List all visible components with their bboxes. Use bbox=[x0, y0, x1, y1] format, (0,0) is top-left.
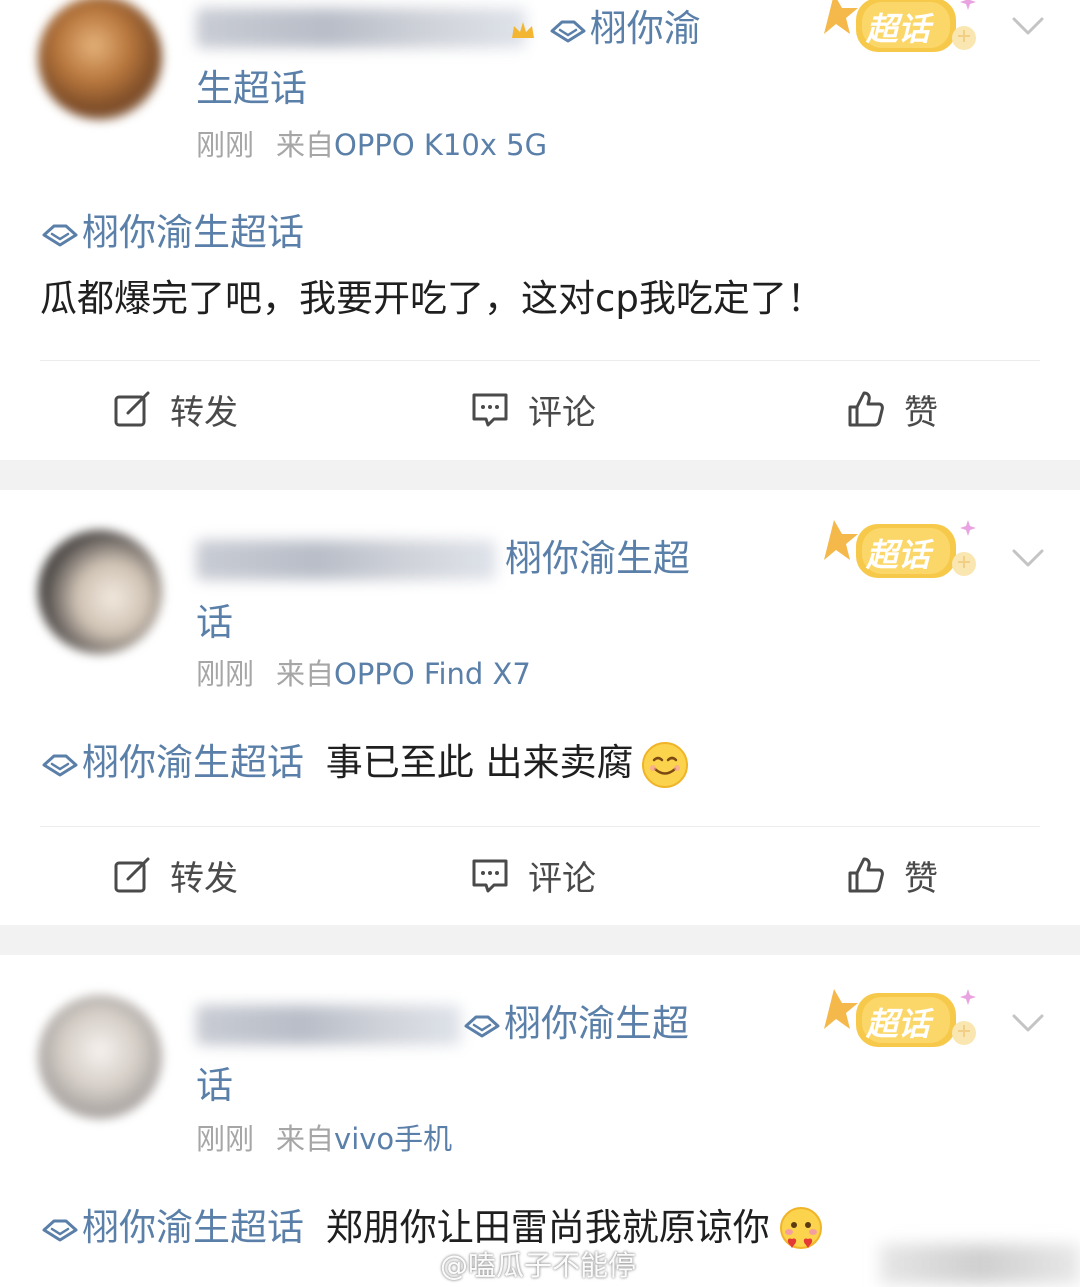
blurred-username[interactable] bbox=[196, 540, 496, 580]
post-topic[interactable]: 栩你渝生超话 bbox=[82, 741, 304, 784]
chaohua-badge-label: 超话 bbox=[866, 10, 931, 48]
device-source[interactable]: OPPO K10x 5G bbox=[334, 128, 547, 162]
supertopic-diamond-icon bbox=[548, 18, 588, 44]
from-label: 来自 bbox=[276, 657, 335, 691]
repost-icon bbox=[112, 855, 152, 895]
chevron-down-icon[interactable] bbox=[1008, 10, 1048, 40]
action-bar: 转发 评论 赞 bbox=[0, 374, 1080, 444]
post-text: 郑朋你让田雷尚我就原谅你 bbox=[325, 1206, 770, 1249]
watermark-blur bbox=[880, 1244, 1080, 1284]
post-text: 瓜都爆完了吧，我要开吃了，这对cp我吃定了！ bbox=[40, 277, 824, 320]
chevron-down-icon[interactable] bbox=[1008, 1007, 1048, 1037]
supertopic-name-line-2[interactable]: 生超话 bbox=[196, 66, 307, 112]
comment-icon bbox=[470, 855, 510, 895]
chevron-down-icon[interactable] bbox=[1008, 542, 1048, 572]
post-topic[interactable]: 栩你渝生超话 bbox=[82, 1206, 304, 1249]
supertopic-diamond-icon bbox=[40, 222, 80, 248]
thumbs-up-icon bbox=[846, 389, 886, 429]
supertopic-diamond-icon bbox=[462, 1013, 502, 1039]
supertopic-name-line-2[interactable]: 话 bbox=[196, 1063, 233, 1109]
supertopic-name-line-2[interactable]: 话 bbox=[196, 600, 233, 646]
repost-button[interactable]: 转发 bbox=[112, 840, 238, 910]
shy-emoji-icon bbox=[776, 1205, 826, 1255]
blurred-username[interactable] bbox=[196, 1005, 461, 1045]
post-meta: 刚刚 来自OPPO K10x 5G bbox=[196, 127, 547, 163]
post-time: 刚刚 bbox=[196, 128, 255, 162]
blurred-username[interactable] bbox=[196, 8, 526, 48]
supertopic-label: 栩你渝生超 bbox=[504, 1002, 689, 1045]
avatar[interactable] bbox=[38, 0, 162, 120]
supertopic-label: 栩你渝 bbox=[589, 7, 701, 50]
comment-button[interactable]: 评论 bbox=[470, 840, 596, 910]
from-label: 来自 bbox=[276, 128, 335, 162]
like-button[interactable]: 赞 bbox=[846, 840, 938, 910]
supertopic-name-line[interactable]: 栩你渝生超 bbox=[505, 536, 690, 582]
post-separator bbox=[0, 460, 1080, 490]
chaohua-badge-label: 超话 bbox=[866, 536, 931, 574]
supertopic-name-line[interactable]: 栩你渝 bbox=[510, 6, 701, 52]
avatar[interactable] bbox=[38, 530, 162, 654]
supertopic-name-line[interactable]: 栩你渝生超 bbox=[462, 1001, 689, 1047]
divider bbox=[40, 360, 1040, 361]
crown-icon bbox=[512, 21, 534, 38]
device-source[interactable]: vivo手机 bbox=[334, 1122, 452, 1156]
smile-emoji-icon bbox=[640, 740, 690, 790]
thumbs-up-icon bbox=[846, 855, 886, 895]
post-topic-and-text: 栩你渝生超话 郑朋你让田雷尚我就原谅你 bbox=[40, 1203, 826, 1255]
post-meta: 刚刚 来自vivo手机 bbox=[196, 1121, 452, 1157]
post-2: 栩你渝生超 话 刚刚 来自OPPO Find X7 超话 栩你渝生超话 事已至此 … bbox=[0, 490, 1080, 925]
post-3: 栩你渝生超 话 刚刚 来自vivo手机 超话 栩你渝生超话 郑朋你让田雷尚我就原谅… bbox=[0, 955, 1080, 1287]
comment-button[interactable]: 评论 bbox=[470, 374, 596, 444]
post-1: 栩你渝 生超话 刚刚 来自OPPO K10x 5G 超话 栩你渝生超话 瓜都爆完了… bbox=[0, 0, 1080, 460]
post-topic-and-text: 栩你渝生超话 事已至此 出来卖腐 bbox=[40, 738, 690, 790]
post-meta: 刚刚 来自OPPO Find X7 bbox=[196, 656, 531, 692]
supertopic-diamond-icon bbox=[40, 752, 80, 778]
divider bbox=[40, 826, 1040, 827]
supertopic-diamond-icon bbox=[40, 1217, 80, 1243]
chaohua-badge-label: 超话 bbox=[866, 1005, 931, 1043]
repost-button[interactable]: 转发 bbox=[112, 374, 238, 444]
post-topic[interactable]: 栩你渝生超话 bbox=[40, 208, 304, 258]
watermark: @嗑瓜子不能停 bbox=[440, 1249, 637, 1282]
post-separator bbox=[0, 925, 1080, 955]
supertopic-label: 栩你渝生超 bbox=[505, 537, 690, 580]
repost-icon bbox=[112, 389, 152, 429]
from-label: 来自 bbox=[276, 1122, 335, 1156]
like-button[interactable]: 赞 bbox=[846, 374, 938, 444]
avatar[interactable] bbox=[38, 995, 162, 1119]
comment-icon bbox=[470, 389, 510, 429]
action-bar: 转发 评论 赞 bbox=[0, 840, 1080, 910]
post-text: 事已至此 出来卖腐 bbox=[325, 741, 634, 784]
device-source[interactable]: OPPO Find X7 bbox=[334, 657, 531, 691]
post-time: 刚刚 bbox=[196, 1122, 255, 1156]
post-time: 刚刚 bbox=[196, 657, 255, 691]
